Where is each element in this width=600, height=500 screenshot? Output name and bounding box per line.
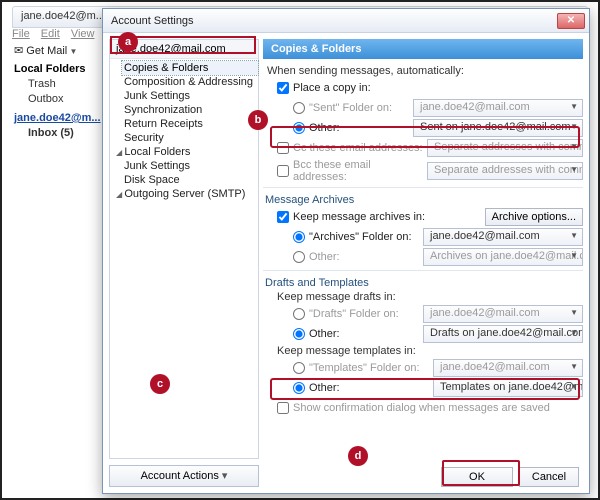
tree-inbox[interactable]: Inbox (5) bbox=[14, 126, 104, 141]
sent-folder-dropdown[interactable]: jane.doe42@mail.com bbox=[413, 99, 583, 117]
sidebar-disk[interactable]: Disk Space bbox=[122, 173, 258, 187]
drafts-folder-radio[interactable] bbox=[293, 308, 305, 320]
sidebar-receipts[interactable]: Return Receipts bbox=[122, 117, 258, 131]
drafts-other-radio[interactable] bbox=[293, 328, 305, 340]
sent-folder-label: "Sent" Folder on: bbox=[309, 102, 409, 114]
settings-content: Copies & Folders When sending messages, … bbox=[263, 39, 583, 459]
account-actions-label: Account Actions bbox=[141, 470, 219, 482]
tree-local-folders[interactable]: Local Folders bbox=[14, 62, 104, 77]
dialog-footer: OK Cancel bbox=[441, 467, 579, 487]
cc-input[interactable]: Separate addresses with commas bbox=[427, 139, 583, 157]
sent-other-dropdown[interactable]: Sent on jane.doe42@mail.com bbox=[413, 119, 583, 137]
sent-other-radio[interactable] bbox=[293, 122, 305, 134]
cc-label: Cc these email addresses: bbox=[293, 142, 423, 154]
archives-other-label: Other: bbox=[309, 251, 419, 263]
archives-title: Message Archives bbox=[265, 194, 583, 206]
templates-other-dropdown[interactable]: Templates on jane.doe42@mail.com bbox=[433, 379, 583, 397]
tree-account[interactable]: jane.doe42@m... bbox=[14, 111, 104, 126]
bcc-label: Bcc these email addresses: bbox=[293, 159, 423, 183]
close-icon[interactable]: ✕ bbox=[557, 13, 585, 29]
show-confirm-label: Show confirmation dialog when messages a… bbox=[293, 402, 550, 414]
sidebar-security[interactable]: Security bbox=[122, 131, 258, 145]
sidebar-smtp[interactable]: Outgoing Server (SMTP) bbox=[114, 187, 258, 201]
sidebar-sync[interactable]: Synchronization bbox=[122, 103, 258, 117]
bcc-placeholder: Separate addresses with commas bbox=[434, 164, 583, 176]
cc-checkbox[interactable] bbox=[277, 142, 289, 154]
keep-drafts-label: Keep message drafts in: bbox=[277, 291, 583, 303]
sidebar-copies-folders[interactable]: Copies & Folders bbox=[122, 61, 258, 75]
sidebar-junk[interactable]: Junk Settings bbox=[122, 89, 258, 103]
account-actions-button[interactable]: Account Actions bbox=[109, 465, 259, 487]
archives-other-radio[interactable] bbox=[293, 251, 305, 263]
sidebar-local-folders[interactable]: Local Folders bbox=[114, 145, 258, 159]
bcc-checkbox[interactable] bbox=[277, 165, 289, 177]
tree-trash[interactable]: Trash bbox=[14, 77, 104, 92]
dialog-title: Account Settings bbox=[111, 15, 557, 27]
sidebar-composition[interactable]: Composition & Addressing bbox=[122, 75, 258, 89]
archives-folder-label: "Archives" Folder on: bbox=[309, 231, 419, 243]
sending-section-title: When sending messages, automatically: bbox=[267, 65, 583, 77]
panel-banner: Copies & Folders bbox=[263, 39, 583, 59]
sidebar-junk2[interactable]: Junk Settings bbox=[122, 159, 258, 173]
keep-templates-label: Keep message templates in: bbox=[277, 345, 583, 357]
cc-placeholder: Separate addresses with commas bbox=[434, 141, 583, 153]
tree-outbox[interactable]: Outbox bbox=[14, 92, 104, 107]
cancel-button[interactable]: Cancel bbox=[519, 467, 579, 487]
archives-folder-dropdown[interactable]: jane.doe42@mail.com bbox=[423, 228, 583, 246]
archives-folder-radio[interactable] bbox=[293, 231, 305, 243]
archive-options-button[interactable]: Archive options... bbox=[485, 208, 583, 226]
account-settings-dialog: Account Settings ✕ jane.doe42@mail.com C… bbox=[102, 8, 590, 494]
drafts-other-dropdown[interactable]: Drafts on jane.doe42@mail.com bbox=[423, 325, 583, 343]
title-text: jane.doe42@m... bbox=[21, 10, 105, 22]
place-copy-label: Place a copy in: bbox=[293, 82, 371, 94]
drafts-other-label: Other: bbox=[309, 328, 419, 340]
sidebar-account-header[interactable]: jane.doe42@mail.com bbox=[110, 40, 258, 59]
folder-tree: Local Folders Trash Outbox jane.doe42@m.… bbox=[14, 62, 104, 141]
menu-view[interactable]: View bbox=[71, 28, 95, 40]
dialog-titlebar: Account Settings ✕ bbox=[103, 9, 589, 33]
menu-edit[interactable]: Edit bbox=[41, 28, 60, 40]
drafts-title: Drafts and Templates bbox=[265, 277, 583, 289]
templates-folder-label: "Templates" Folder on: bbox=[309, 362, 429, 374]
menu-file[interactable]: File bbox=[12, 28, 30, 40]
settings-sidebar: jane.doe42@mail.com Copies & Folders Com… bbox=[109, 39, 259, 459]
drafts-folder-dropdown[interactable]: jane.doe42@mail.com bbox=[423, 305, 583, 323]
get-mail-button[interactable]: Get Mail bbox=[14, 44, 77, 57]
templates-folder-dropdown[interactable]: jane.doe42@mail.com bbox=[433, 359, 583, 377]
archives-other-dropdown[interactable]: Archives on jane.doe42@mail.com bbox=[423, 248, 583, 266]
sent-other-label: Other: bbox=[309, 122, 409, 134]
bcc-input[interactable]: Separate addresses with commas bbox=[427, 162, 583, 180]
show-confirm-checkbox[interactable] bbox=[277, 402, 289, 414]
templates-other-label: Other: bbox=[309, 382, 429, 394]
get-mail-label: Get Mail bbox=[26, 45, 67, 57]
keep-archives-label: Keep message archives in: bbox=[293, 211, 425, 223]
templates-folder-radio[interactable] bbox=[293, 362, 305, 374]
ok-button[interactable]: OK bbox=[441, 467, 513, 487]
place-copy-checkbox[interactable] bbox=[277, 82, 289, 94]
sent-folder-radio[interactable] bbox=[293, 102, 305, 114]
templates-other-radio[interactable] bbox=[293, 382, 305, 394]
drafts-folder-label: "Drafts" Folder on: bbox=[309, 308, 419, 320]
keep-archives-checkbox[interactable] bbox=[277, 211, 289, 223]
